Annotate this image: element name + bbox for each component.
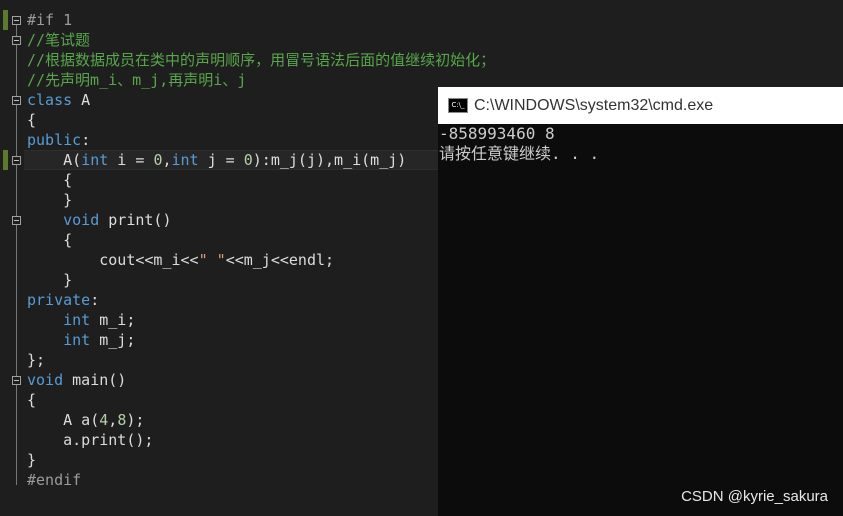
code-token: cout<<m_i<< [27, 251, 199, 269]
code-line[interactable]: } [27, 270, 72, 290]
code-token: } [27, 191, 73, 209]
code-line[interactable]: int m_j; [27, 330, 135, 350]
collapse-icon[interactable] [12, 216, 21, 225]
console-window[interactable]: C:\_ C:\WINDOWS\system32\cmd.exe -858993… [438, 87, 843, 516]
fold-guide-line [16, 160, 17, 205]
code-token: a.print(); [27, 431, 154, 449]
code-token: <<m_j<<endl; [225, 251, 335, 269]
code-token: int [63, 311, 91, 329]
code-token: void [27, 371, 64, 389]
code-line[interactable]: a.print(); [27, 430, 153, 450]
fold-guide-line [16, 380, 17, 465]
code-line[interactable]: { [27, 230, 72, 250]
cmd-icon: C:\_ [448, 98, 468, 113]
console-output-line: -858993460 8 [439, 124, 555, 143]
console-output-line: 请按任意键继续. . . [439, 144, 600, 163]
code-line[interactable]: class A [27, 90, 90, 110]
collapse-icon[interactable] [12, 16, 21, 25]
code-line[interactable]: } [27, 450, 36, 470]
code-token: : [90, 291, 100, 309]
collapse-icon[interactable] [12, 96, 21, 105]
code-token: i = [108, 151, 154, 169]
code-line[interactable]: } [27, 190, 72, 210]
code-token: A a( [27, 411, 100, 429]
code-token: : [81, 131, 91, 149]
code-token: { [27, 111, 37, 129]
console-title: C:\WINDOWS\system32\cmd.exe [474, 96, 714, 114]
code-token: int [63, 331, 91, 349]
code-token: int [171, 151, 199, 169]
code-line[interactable]: { [27, 110, 36, 130]
code-token: class [27, 91, 73, 109]
code-token: int [81, 151, 109, 169]
code-token: { [27, 391, 37, 409]
code-line[interactable]: #endif [27, 470, 81, 490]
code-token: #endif [27, 471, 82, 489]
code-token: } [27, 451, 37, 469]
code-line[interactable]: public: [27, 130, 90, 150]
code-token: } [27, 271, 73, 289]
collapse-icon[interactable] [12, 156, 21, 165]
code-token: 8 [117, 411, 127, 429]
code-line[interactable]: void main() [27, 370, 126, 390]
code-token: " " [198, 251, 226, 269]
code-token: 0 [243, 151, 253, 169]
code-line[interactable]: A a(4,8); [27, 410, 144, 430]
code-token: public [27, 131, 82, 149]
code-line[interactable]: void print() [27, 210, 172, 230]
change-marker [3, 150, 8, 170]
code-token: ); [126, 411, 145, 429]
code-token: j = [198, 151, 244, 169]
code-token: m_i; [90, 311, 136, 329]
code-token: { [27, 171, 73, 189]
collapse-icon[interactable] [12, 36, 21, 45]
code-line[interactable]: A(int i = 0,int j = 0):m_j(j),m_i(m_j) [27, 150, 406, 170]
change-marker [3, 10, 8, 30]
code-token: m_j; [90, 331, 136, 349]
code-token: , [108, 411, 118, 429]
console-title-bar[interactable]: C:\_ C:\WINDOWS\system32\cmd.exe [438, 87, 843, 124]
watermark: CSDN @kyrie_sakura [681, 488, 828, 505]
code-line[interactable]: //笔试题 [27, 30, 90, 50]
code-token: A( [27, 151, 82, 169]
code-line[interactable]: private: [27, 290, 99, 310]
code-token: ):m_j(j),m_i(m_j) [252, 151, 407, 169]
code-line[interactable]: //根据数据成员在类中的声明顺序，用冒号语法后面的值继续初始化； [27, 50, 495, 70]
code-token: //笔试题 [27, 31, 91, 49]
code-token: }; [27, 351, 46, 369]
code-token: void [63, 211, 100, 229]
code-line[interactable]: cout<<m_i<<" "<<m_j<<endl; [27, 250, 334, 270]
code-token: , [162, 151, 172, 169]
code-token: A [72, 91, 91, 109]
code-line[interactable]: { [27, 170, 72, 190]
code-line[interactable]: //先声明m_i、m_j,再声明i、j [27, 70, 246, 90]
fold-guide-line [16, 220, 17, 285]
code-token: print() [99, 211, 172, 229]
code-line[interactable]: }; [27, 350, 45, 370]
code-token: private [27, 291, 91, 309]
fold-guide-line [16, 40, 17, 85]
code-line[interactable]: { [27, 390, 36, 410]
code-token: //先声明m_i、m_j,再声明i、j [27, 71, 247, 89]
code-token: //根据数据成员在类中的声明顺序，用冒号语法后面的值继续初始化； [27, 51, 496, 69]
code-token: 4 [99, 411, 109, 429]
code-line[interactable]: #if 1 [27, 10, 72, 30]
code-token: { [27, 231, 73, 249]
code-token: main() [63, 371, 127, 389]
collapse-icon[interactable] [12, 376, 21, 385]
code-line[interactable]: int m_i; [27, 310, 135, 330]
code-token: #if 1 [27, 11, 73, 29]
